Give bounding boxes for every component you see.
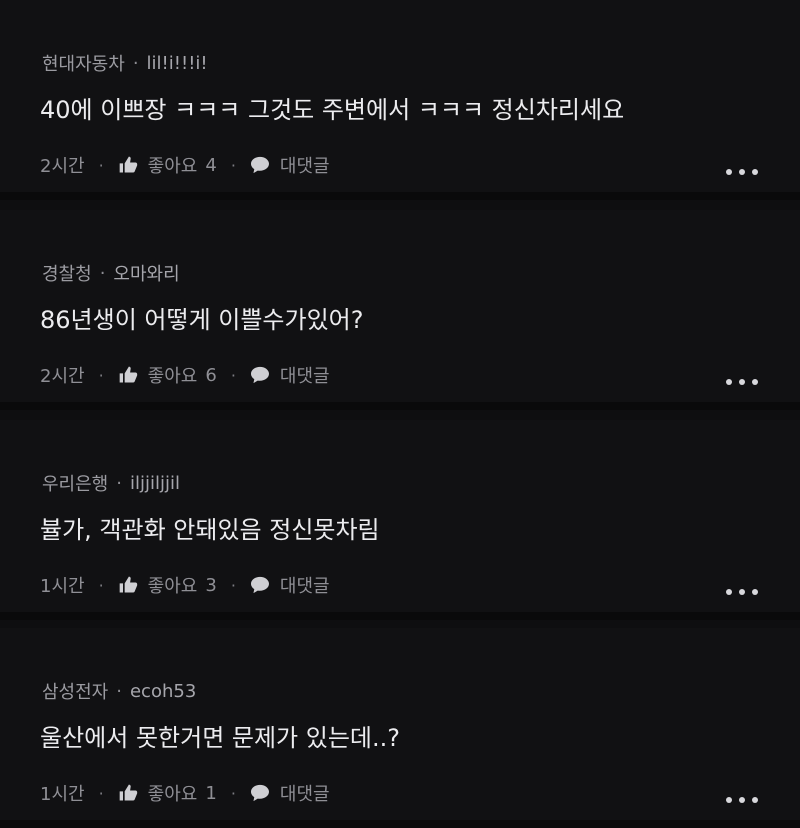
like-count: 1 <box>205 782 217 804</box>
comment-actions: 2시간 · 좋아요 4 · 대댓글 <box>40 152 330 178</box>
reply-label: 대댓글 <box>279 156 330 177</box>
more-dots-icon <box>739 797 745 803</box>
company-name[interactable]: 경찰청 <box>42 260 92 286</box>
company-name[interactable]: 삼성전자 <box>42 678 108 704</box>
speech-bubble-icon <box>250 156 269 174</box>
more-dots-icon <box>726 379 732 385</box>
like-label: 좋아요 <box>147 784 198 805</box>
action-separator: · <box>230 575 236 595</box>
comment-item: 현대자동차 · lil!i!!!i! 40에 이쁘장 ㅋㅋㅋ 그것도 주변에서 … <box>0 0 800 200</box>
meta-separator: · <box>116 472 122 494</box>
reply-button[interactable]: 대댓글 <box>250 152 330 178</box>
nickname[interactable]: iljjiljjil <box>130 473 180 494</box>
comment-meta: 현대자동차 · lil!i!!!i! <box>42 50 208 76</box>
company-name[interactable]: 현대자동차 <box>42 50 125 76</box>
thumbs-up-icon <box>119 156 137 173</box>
thumbs-up-icon <box>119 576 137 593</box>
like-label: 좋아요 <box>147 576 198 597</box>
comment-item: 삼성전자 · ecoh53 울산에서 못한거면 문제가 있는데..? 1시간 ·… <box>0 628 800 828</box>
more-options-button[interactable] <box>726 580 758 604</box>
more-dots-icon <box>726 169 732 175</box>
reply-button[interactable]: 대댓글 <box>250 362 330 388</box>
comment-item: 경찰청 · 오마와리 86년생이 어떻게 이쁠수가있어? 2시간 · 좋아요 6… <box>0 210 800 410</box>
nickname[interactable]: 오마와리 <box>113 260 179 286</box>
more-dots-icon <box>752 589 758 595</box>
like-label: 좋아요 <box>147 366 198 387</box>
action-separator: · <box>98 783 104 803</box>
timestamp: 2시간 <box>40 156 85 177</box>
like-count: 3 <box>205 574 217 596</box>
company-name[interactable]: 우리은행 <box>42 470 108 496</box>
meta-separator: · <box>116 680 122 702</box>
like-count: 6 <box>205 364 217 386</box>
reply-label: 대댓글 <box>279 366 330 387</box>
meta-separator: · <box>132 52 139 74</box>
speech-bubble-icon <box>250 576 269 594</box>
comment-actions: 1시간 · 좋아요 1 · 대댓글 <box>40 780 330 806</box>
timestamp: 1시간 <box>40 576 85 597</box>
timestamp: 2시간 <box>40 366 85 387</box>
action-separator: · <box>230 783 236 803</box>
like-button[interactable]: 좋아요 3 <box>118 572 217 598</box>
nickname[interactable]: lil!i!!!i! <box>147 53 208 74</box>
more-options-button[interactable] <box>726 788 758 812</box>
speech-bubble-icon <box>250 366 269 384</box>
more-options-button[interactable] <box>726 160 758 184</box>
reply-label: 대댓글 <box>279 784 330 805</box>
thumbs-up-icon <box>119 784 137 801</box>
action-separator: · <box>230 365 236 385</box>
action-separator: · <box>98 155 104 175</box>
comment-text: 뷸가, 객관화 안돼있음 정신못차림 <box>40 516 380 544</box>
like-count: 4 <box>205 154 217 176</box>
more-dots-icon <box>752 797 758 803</box>
comment-meta: 경찰청 · 오마와리 <box>42 260 180 286</box>
more-dots-icon <box>739 169 745 175</box>
meta-separator: · <box>99 262 106 284</box>
reply-label: 대댓글 <box>279 576 330 597</box>
comment-actions: 2시간 · 좋아요 6 · 대댓글 <box>40 362 330 388</box>
like-button[interactable]: 좋아요 4 <box>118 152 217 178</box>
reply-button[interactable]: 대댓글 <box>250 780 330 806</box>
more-dots-icon <box>726 589 732 595</box>
comment-text: 울산에서 못한거면 문제가 있는데..? <box>40 724 401 752</box>
comment-item: 우리은행 · iljjiljjil 뷸가, 객관화 안돼있음 정신못차림 1시간… <box>0 420 800 620</box>
speech-bubble-icon <box>250 784 269 802</box>
more-dots-icon <box>739 589 745 595</box>
action-separator: · <box>98 575 104 595</box>
thumbs-up-icon <box>119 366 137 383</box>
timestamp: 1시간 <box>40 784 85 805</box>
more-dots-icon <box>739 379 745 385</box>
more-dots-icon <box>752 169 758 175</box>
reply-button[interactable]: 대댓글 <box>250 572 330 598</box>
like-button[interactable]: 좋아요 6 <box>118 362 217 388</box>
like-label: 좋아요 <box>147 156 198 177</box>
more-options-button[interactable] <box>726 370 758 394</box>
action-separator: · <box>230 155 236 175</box>
like-button[interactable]: 좋아요 1 <box>118 780 217 806</box>
comment-meta: 삼성전자 · ecoh53 <box>42 678 196 704</box>
comment-meta: 우리은행 · iljjiljjil <box>42 470 180 496</box>
comment-actions: 1시간 · 좋아요 3 · 대댓글 <box>40 572 330 598</box>
comment-text: 40에 이쁘장 ㅋㅋㅋ 그것도 주변에서 ㅋㅋㅋ 정신차리세요 <box>40 96 625 124</box>
comment-text: 86년생이 어떻게 이쁠수가있어? <box>40 306 364 334</box>
nickname[interactable]: ecoh53 <box>130 681 196 702</box>
more-dots-icon <box>752 379 758 385</box>
action-separator: · <box>98 365 104 385</box>
more-dots-icon <box>726 797 732 803</box>
